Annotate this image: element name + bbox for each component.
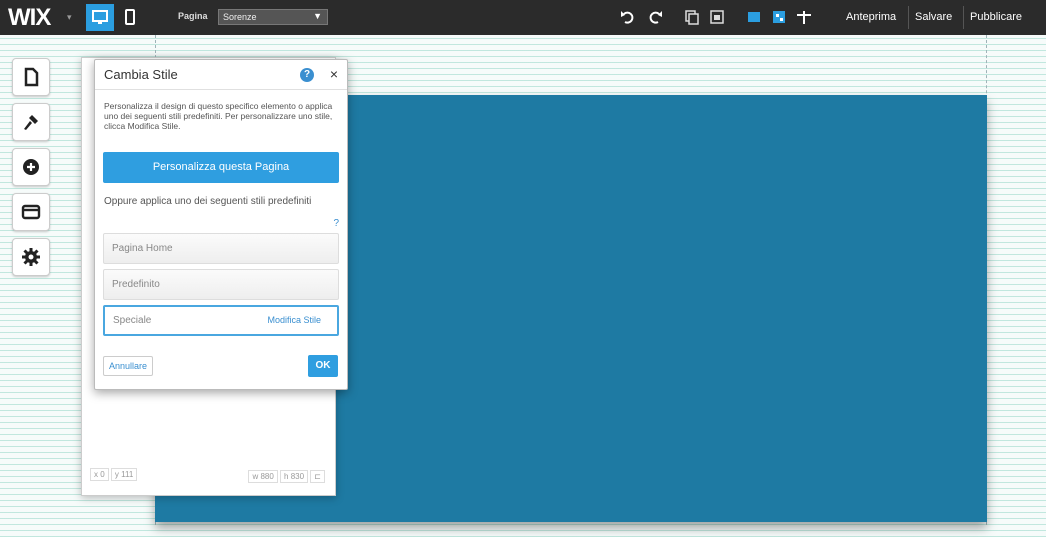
cancel-button[interactable]: Annullare: [103, 356, 154, 376]
ok-button[interactable]: OK: [308, 355, 338, 377]
wix-logo: WIX: [8, 4, 51, 31]
style-option-label: Predefinito: [112, 279, 160, 290]
style-option-home[interactable]: Pagina Home: [103, 233, 339, 264]
preset-styles-label: Oppure applica uno dei seguenti stili pr…: [104, 196, 312, 207]
mobile-view-button[interactable]: [116, 4, 144, 31]
ruler-toggle-icon[interactable]: [795, 8, 813, 26]
customize-page-button[interactable]: Personalizza questa Pagina: [103, 152, 339, 183]
page-icon: [24, 67, 39, 87]
store-icon: [21, 204, 41, 220]
dialog-description: Personalizza il design di questo specifi…: [104, 101, 333, 131]
dialog-title: Cambia Stile: [104, 67, 178, 82]
preview-button[interactable]: Anteprima: [846, 11, 896, 23]
undo-icon[interactable]: [619, 8, 637, 26]
redo-icon[interactable]: [646, 8, 664, 26]
page-selector-value: Sorenze: [223, 12, 257, 22]
gear-icon: [22, 248, 40, 266]
grid-toggle-icon[interactable]: [745, 8, 763, 26]
position-readout: x 0 y 111: [90, 468, 138, 481]
toolbar-divider: [908, 6, 909, 29]
toolbar-divider: [963, 6, 964, 29]
style-option-default[interactable]: Predefinito: [103, 269, 339, 300]
close-icon[interactable]: ×: [330, 66, 338, 82]
desktop-icon: [92, 10, 108, 24]
mobile-icon: [125, 9, 135, 25]
width-value[interactable]: w 880: [248, 470, 278, 483]
top-toolbar: WIX ▾ Pagina Sorenze ▼ Anteprima Salvare…: [0, 0, 1046, 35]
style-option-special[interactable]: Speciale Modifica Stile: [103, 305, 339, 336]
dialog-divider: [95, 89, 347, 90]
paste-icon[interactable]: [708, 8, 726, 26]
desktop-view-button[interactable]: [86, 4, 114, 31]
x-position[interactable]: x 0: [90, 468, 109, 481]
page-selector-label: Pagina: [178, 11, 208, 21]
snap-toggle-icon[interactable]: [770, 8, 788, 26]
save-button[interactable]: Salvare: [915, 11, 952, 23]
add-button[interactable]: [12, 148, 50, 186]
publish-button[interactable]: Pubblicare: [970, 11, 1022, 23]
plus-circle-icon: [23, 159, 39, 175]
change-style-dialog: Cambia Stile ? × Personalizza il design …: [94, 59, 348, 390]
settings-button[interactable]: [12, 238, 50, 276]
left-tool-rail: [12, 58, 52, 283]
question-icon[interactable]: ?: [333, 218, 339, 229]
size-readout: w 880 h 830 ⊏: [248, 470, 325, 483]
edit-style-link[interactable]: Modifica Stile: [267, 307, 321, 334]
copy-icon[interactable]: [683, 8, 701, 26]
height-value[interactable]: h 830: [280, 470, 309, 483]
lock-ratio-icon[interactable]: ⊏: [310, 470, 325, 483]
logo-menu-caret-icon[interactable]: ▾: [67, 12, 72, 23]
style-option-label: Pagina Home: [112, 243, 173, 254]
design-button[interactable]: [12, 103, 50, 141]
chevron-down-icon: ▼: [313, 11, 322, 21]
style-option-label: Speciale: [113, 315, 152, 326]
pages-button[interactable]: [12, 58, 50, 96]
y-position[interactable]: y 111: [110, 468, 138, 481]
app-market-button[interactable]: [12, 193, 50, 231]
paint-brush-icon: [24, 115, 38, 130]
help-icon[interactable]: ?: [300, 68, 314, 82]
page-selector-dropdown[interactable]: Sorenze ▼: [218, 9, 328, 25]
